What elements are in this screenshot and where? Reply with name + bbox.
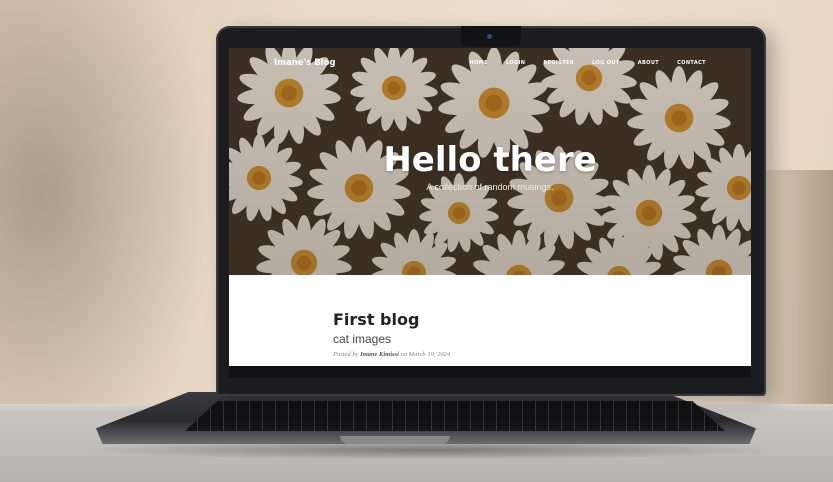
nav-home[interactable]: HOME [470,60,488,66]
brand-link[interactable]: Imane's Blog [274,58,336,68]
nav-about[interactable]: ABOUT [638,60,659,66]
post-meta-prefix: Posted by [333,351,359,358]
top-navbar: Imane's Blog HOME LOGIN REGISTER LOG OUT… [229,58,751,74]
nav-login[interactable]: LOGIN [506,60,525,66]
laptop-trackpad-lip [340,436,450,444]
hero-banner: Imane's Blog HOME LOGIN REGISTER LOG OUT… [229,48,751,275]
post-title[interactable]: First blog [333,310,653,329]
post-date: March 10, 2024 [408,351,451,358]
post-subtitle: cat images [333,332,392,346]
laptop-keyboard [185,401,725,431]
nav-logout[interactable]: LOG OUT [592,60,620,66]
nav-register[interactable]: REGISTER [543,60,574,66]
post-author[interactable]: Imane Kimissi [360,351,399,358]
laptop-screen: Imane's Blog HOME LOGIN REGISTER LOG OUT… [229,48,751,378]
post-preview[interactable]: First blog cat images Posted by Imane Ki… [333,310,653,358]
screen-bezel-bottom [229,366,751,378]
camera-icon [487,34,492,39]
post-meta: Posted by Imane Kimissi on March 10, 202… [333,351,653,358]
nav-links: HOME LOGIN REGISTER LOG OUT ABOUT CONTAC… [470,60,707,66]
nav-contact[interactable]: CONTACT [677,60,706,66]
hero-title: Hello there [383,140,597,180]
hero-subtitle: A collection of random musings. [426,182,554,192]
post-date-prefix: on [400,351,408,358]
